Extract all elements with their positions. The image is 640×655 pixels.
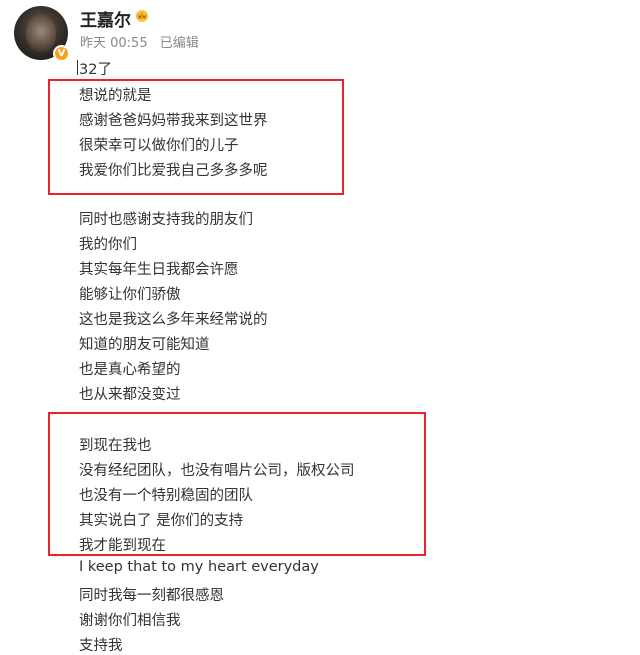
post-line: I keep that to my heart everyday xyxy=(79,559,319,575)
avatar-face xyxy=(26,14,56,52)
post-line: 知道的朋友可能知道 xyxy=(79,337,210,353)
post-line: 我的你们 xyxy=(79,237,137,253)
post-line: 这也是我这么多年来经常说的 xyxy=(79,312,268,328)
post-line: 谢谢你们相信我 xyxy=(79,613,181,629)
text-cursor xyxy=(77,60,78,75)
post-line: 能够让你们骄傲 xyxy=(79,287,181,303)
highlight-box-bottom xyxy=(48,412,426,556)
post-line: 也是真心希望的 xyxy=(79,362,181,378)
post-time[interactable]: 昨天 00:55 xyxy=(80,36,148,51)
post-line: 支持我 xyxy=(79,638,123,654)
username[interactable]: 王嘉尔 xyxy=(80,6,131,31)
post-line: 其实每年生日我都会许愿 xyxy=(79,262,239,278)
highlight-box-top xyxy=(48,79,344,195)
edited-label: 已编辑 xyxy=(159,36,199,51)
post-meta: 昨天 00:55 已编辑 xyxy=(80,32,207,51)
verified-v-badge-icon: V xyxy=(53,45,70,62)
post-line: 同时也感谢支持我的朋友们 xyxy=(79,212,253,228)
avatar[interactable]: V xyxy=(14,6,70,62)
crown-icon xyxy=(136,10,148,22)
post-line: 32了 xyxy=(79,62,112,78)
post-line: 同时我每一刻都很感恩 xyxy=(79,588,224,604)
post-line: 也从来都没变过 xyxy=(79,387,181,403)
